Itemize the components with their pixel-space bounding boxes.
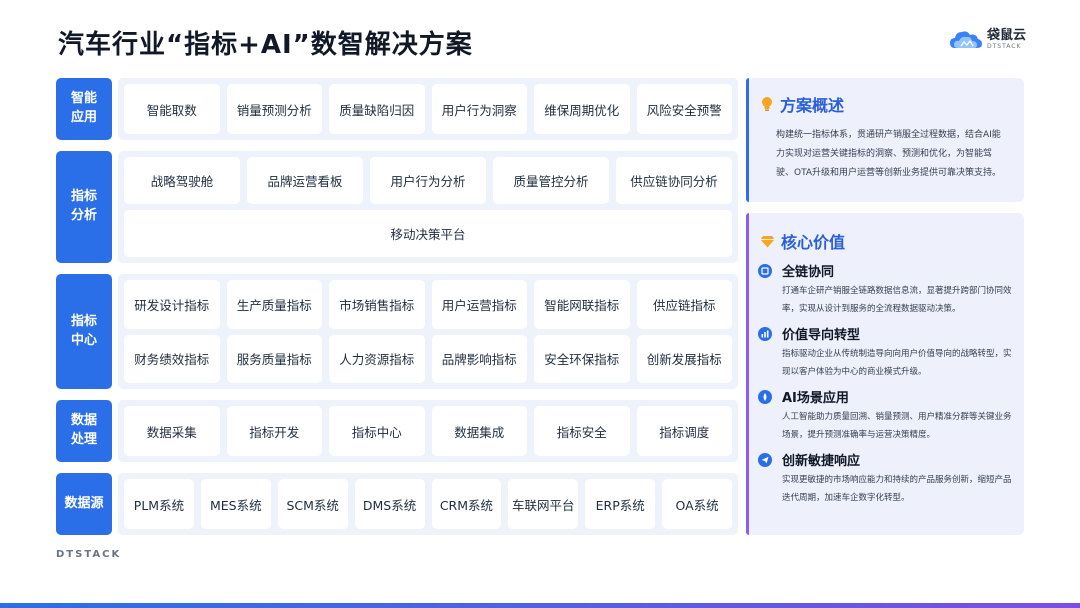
- footer-logo: DTSTACK: [56, 549, 122, 560]
- cell-sales-metric: 市场销售指标: [329, 280, 425, 329]
- cell-strategy-cockpit: 战略驾驶舱: [124, 157, 240, 204]
- cell-metric-security: 指标安全: [534, 406, 630, 456]
- value-desc: 实现更敏捷的市场响应能力和持续的产品服务创新，缩短产品迭代周期，加速车企数字化转…: [782, 475, 1012, 503]
- cell-mobile-platform: 移动决策平台: [124, 210, 732, 257]
- value-item-chain: 全链协同 打通车企研产销服全链路数据信息流，显著提升跨部门协同效率，实现从设计到…: [746, 261, 1024, 318]
- value-title: 全链协同: [782, 265, 835, 280]
- cell-row: 财务绩效指标 服务质量指标 人力资源指标 品牌影响指标 安全环保指标 创新发展指…: [124, 334, 732, 383]
- overview-panel: 方案概述 构建统一指标体系，贯通研产销服全过程数据，结合AI能力实现对运营关键指…: [746, 78, 1024, 202]
- cell-data-collect: 数据采集: [124, 406, 220, 456]
- cell-data-integration: 数据集成: [431, 406, 527, 456]
- layer-label-data-source: 数据源: [56, 473, 112, 535]
- brand-logo: 袋鼠云 DTSTACK: [949, 28, 1026, 50]
- cell-user-behavior: 用户行为分析: [370, 157, 486, 204]
- cloud-logo-icon: [949, 31, 982, 48]
- value-title: 创新敏捷响应: [782, 454, 861, 469]
- cell-quality-control: 质量管控分析: [493, 157, 609, 204]
- cell-brand-metric: 品牌影响指标: [431, 334, 527, 383]
- cell-defect-attribution: 质量缺陷归因: [329, 84, 425, 134]
- cell-risk-warning: 风险安全预警: [636, 84, 732, 134]
- layer-label-smart-app: 智能 应用: [56, 78, 112, 140]
- logo-text-en: DTSTACK: [986, 42, 1022, 50]
- cell-maintenance-optimize: 维保周期优化: [534, 84, 630, 134]
- overview-accent-bar: [746, 78, 749, 202]
- diamond-icon: [760, 235, 775, 247]
- overview-title: 方案概述: [780, 96, 845, 115]
- cell-erp: ERP系统: [585, 479, 656, 529]
- cell-plm: PLM系统: [124, 479, 194, 529]
- layer-label-data-processing: 数据 处理: [56, 400, 112, 462]
- layer-body-smart-app: 智能取数 销量预测分析 质量缺陷归因 用户行为洞察 维保周期优化 风险安全预警: [118, 78, 738, 140]
- value-desc: 打通车企研产销服全链路数据信息流，显著提升跨部门协同效率，实现从设计到服务的全流…: [782, 286, 1012, 314]
- layer-metric-analysis: 指标 分析 战略驾驶舱 品牌运营看板 用户行为分析 质量管控分析 供应链协同分析…: [56, 151, 738, 263]
- value-desc: 指标驱动企业从传统制造导向向用户价值导向的战略转型，实现以客户体验为中心的商业模…: [782, 349, 1012, 377]
- cell-oa: OA系统: [662, 479, 732, 529]
- cell-row: 研发设计指标 生产质量指标 市场销售指标 用户运营指标 智能网联指标 供应链指标: [124, 280, 732, 329]
- cell-scm: SCM系统: [277, 479, 348, 529]
- send-icon: [758, 452, 772, 467]
- cell-smart-query: 智能取数: [124, 84, 220, 134]
- value-desc: 人工智能助力质量回溯、销量预测、用户精准分群等关键业务场景，提升预测准确率与运营…: [782, 412, 1012, 440]
- cell-row: 战略驾驶舱 品牌运营看板 用户行为分析 质量管控分析 供应链协同分析: [124, 157, 732, 204]
- cell-hr-metric: 人力资源指标: [329, 334, 425, 383]
- cell-crm: CRM系统: [431, 479, 502, 529]
- lightbulb-icon: [762, 97, 772, 111]
- cell-rd-metric: 研发设计指标: [124, 280, 220, 329]
- cell-mes: MES系统: [200, 479, 271, 529]
- core-value-title: 核心价值: [781, 233, 846, 252]
- overview-text: 构建统一指标体系，贯通研产销服全过程数据，结合AI能力实现对运营关键指标的洞察、…: [776, 130, 1002, 178]
- cell-brand-board: 品牌运营看板: [247, 157, 363, 204]
- layer-body-metric-center: 研发设计指标 生产质量指标 市场销售指标 用户运营指标 智能网联指标 供应链指标…: [118, 274, 738, 389]
- page-title: 汽车行业“指标+AI”数智解决方案: [58, 30, 473, 60]
- chart-icon: [758, 326, 772, 341]
- chain-icon: [758, 263, 772, 278]
- layer-body-metric-analysis: 战略驾驶舱 品牌运营看板 用户行为分析 质量管控分析 供应链协同分析 移动决策平…: [118, 151, 738, 263]
- cell-metric-center: 指标中心: [329, 406, 425, 456]
- layer-data-processing: 数据 处理 数据采集 指标开发 指标中心 数据集成 指标安全 指标调度: [56, 400, 738, 462]
- layer-metric-center: 指标 中心 研发设计指标 生产质量指标 市场销售指标 用户运营指标 智能网联指标…: [56, 274, 738, 389]
- value-item-agile: 创新敏捷响应 实现更敏捷的市场响应能力和持续的产品服务创新，缩短产品迭代周期，加…: [746, 450, 1024, 507]
- cell-sales-forecast: 销量预测分析: [226, 84, 322, 134]
- layer-body-data-source: PLM系统 MES系统 SCM系统 DMS系统 CRM系统 车联网平台 ERP系…: [118, 473, 738, 535]
- cell-user-ops-metric: 用户运营指标: [431, 280, 527, 329]
- layer-data-source: 数据源 PLM系统 MES系统 SCM系统 DMS系统 CRM系统 车联网平台 …: [56, 473, 738, 535]
- layer-smart-app: 智能 应用 智能取数 销量预测分析 质量缺陷归因 用户行为洞察 维保周期优化 风…: [56, 78, 738, 140]
- cell-connected-metric: 智能网联指标: [534, 280, 630, 329]
- core-value-panel: 核心价值 全链协同 打通车企研产销服全链路数据信息流，显著提升跨部门协同效率，实…: [746, 213, 1024, 535]
- overview-header: 方案概述: [746, 78, 1024, 116]
- cell-supply-chain-analysis: 供应链协同分析: [616, 157, 732, 204]
- cell-row: PLM系统 MES系统 SCM系统 DMS系统 CRM系统 车联网平台 ERP系…: [124, 479, 732, 529]
- cell-finance-metric: 财务绩效指标: [124, 334, 220, 383]
- cell-metric-dev: 指标开发: [226, 406, 322, 456]
- core-value-accent-bar: [746, 213, 749, 535]
- cell-innovation-metric: 创新发展指标: [636, 334, 732, 383]
- cell-row: 移动决策平台: [124, 210, 732, 257]
- logo-text-cn: 袋鼠云: [986, 27, 1026, 43]
- cell-user-insight: 用户行为洞察: [431, 84, 527, 134]
- bottom-gradient-bar: [0, 603, 1080, 608]
- cell-dms: DMS系统: [354, 479, 425, 529]
- value-title: AI场景应用: [782, 391, 849, 406]
- cell-metric-schedule: 指标调度: [636, 406, 732, 456]
- cell-service-metric: 服务质量指标: [226, 334, 322, 383]
- layer-body-data-processing: 数据采集 指标开发 指标中心 数据集成 指标安全 指标调度: [118, 400, 738, 462]
- layer-label-metric-analysis: 指标 分析: [56, 151, 112, 263]
- value-title: 价值导向转型: [782, 328, 861, 343]
- cell-production-metric: 生产质量指标: [226, 280, 322, 329]
- ai-icon: [758, 389, 772, 404]
- cell-row: 智能取数 销量预测分析 质量缺陷归因 用户行为洞察 维保周期优化 风险安全预警: [124, 84, 732, 134]
- cell-row: 数据采集 指标开发 指标中心 数据集成 指标安全 指标调度: [124, 406, 732, 456]
- value-item-ai: AI场景应用 人工智能助力质量回溯、销量预测、用户精准分群等关键业务场景，提升预…: [746, 387, 1024, 444]
- layer-label-metric-center: 指标 中心: [56, 274, 112, 389]
- core-value-header: 核心价值: [746, 213, 1024, 253]
- value-item-transform: 价值导向转型 指标驱动企业从传统制造导向向用户价值导向的战略转型，实现以客户体验…: [746, 324, 1024, 381]
- cell-iov: 车联网平台: [508, 479, 579, 529]
- cell-supply-metric: 供应链指标: [636, 280, 732, 329]
- cell-safety-metric: 安全环保指标: [534, 334, 630, 383]
